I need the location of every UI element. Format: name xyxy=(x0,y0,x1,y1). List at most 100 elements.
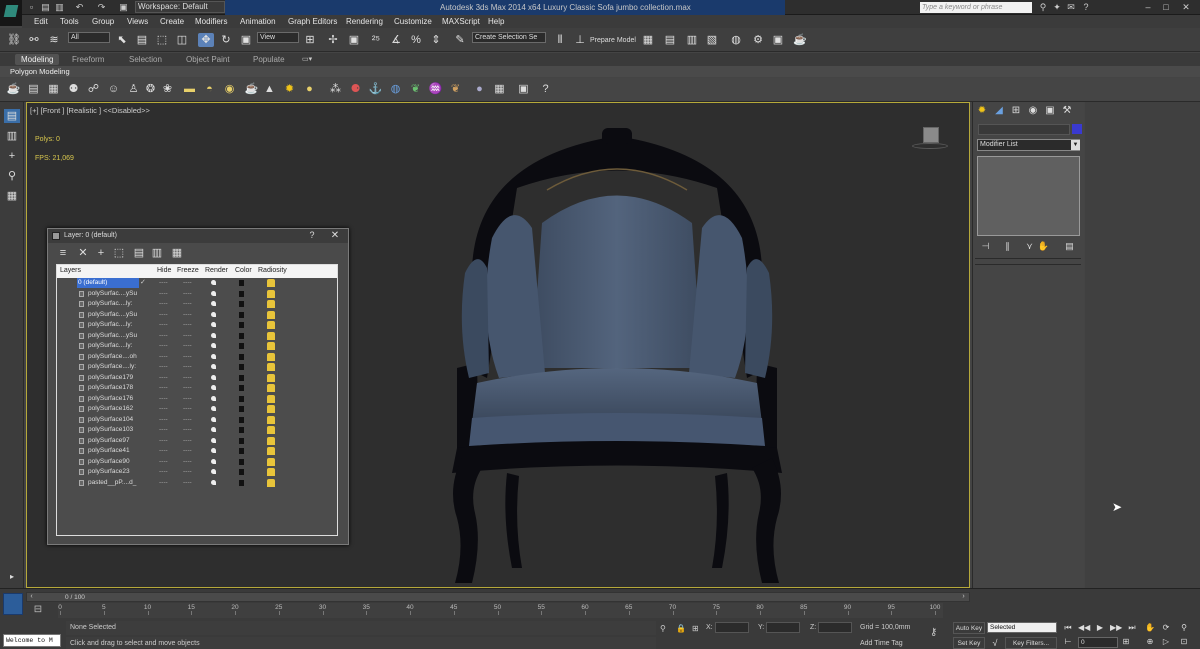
viewport-label[interactable]: [+] [Front ] [Realistic ] <<Disabled>> xyxy=(30,106,150,115)
layer-name[interactable]: polySurface178 xyxy=(87,383,139,393)
open-file-icon[interactable]: ▤ xyxy=(40,2,51,13)
hide-toggle[interactable]: ---- xyxy=(159,404,168,414)
tab-object-paint[interactable]: Object Paint xyxy=(180,54,236,65)
redo-icon[interactable]: ↷ xyxy=(96,2,107,13)
layer-row-default[interactable]: 0 (default) ✓ ---- ---- xyxy=(57,278,289,289)
communication-icon[interactable]: ✉ xyxy=(1065,1,1077,13)
motion-tab-icon[interactable]: ◉ xyxy=(1026,104,1040,118)
layer-row[interactable]: pasted__pP....d_ ---- ---- xyxy=(57,478,289,489)
hide-toggle[interactable]: ---- xyxy=(159,478,168,488)
slider-next-icon[interactable]: › xyxy=(959,593,968,601)
z-coordinate-input[interactable] xyxy=(818,622,852,633)
menu-views[interactable]: Views xyxy=(127,17,148,26)
hide-toggle[interactable]: ---- xyxy=(159,289,168,299)
object-color-swatch[interactable] xyxy=(1072,124,1082,134)
column-freeze[interactable]: Freeze xyxy=(177,267,199,274)
render-teapot-icon[interactable] xyxy=(211,458,216,464)
hierarchy-tab-icon[interactable]: ⊞ xyxy=(1009,104,1023,118)
freeze-toggle[interactable]: ---- xyxy=(183,373,192,383)
teapot-icon[interactable]: ☕ xyxy=(6,82,21,97)
layer-name[interactable]: polySurface23 xyxy=(87,467,139,477)
track-bar[interactable]: 0 5 10 15 20 25 30 35 40 45 50 55 60 65 70 75 80 85 90 95 10… xyxy=(58,603,943,618)
layer-name[interactable]: polySurface....oh xyxy=(87,352,139,362)
layer-name[interactable]: polySurface176 xyxy=(87,394,139,404)
rendered-frame-icon[interactable]: ▣ xyxy=(770,33,786,47)
hide-toggle[interactable]: ---- xyxy=(159,383,168,393)
hide-toggle[interactable]: ---- xyxy=(159,436,168,446)
curve-editor-icon[interactable]: ▧ xyxy=(704,33,720,47)
layer-row[interactable]: polySurfac....ly: ---- ---- xyxy=(57,341,289,352)
show-end-result-icon[interactable]: ∥ xyxy=(1001,240,1014,252)
hide-toggle[interactable]: ---- xyxy=(159,320,168,330)
hide-toggle[interactable]: ---- xyxy=(159,394,168,404)
column-layers[interactable]: Layers xyxy=(60,267,81,274)
new-layer-icon[interactable]: ≡ xyxy=(56,246,70,260)
layer-color-swatch[interactable] xyxy=(239,322,244,328)
bone-icon[interactable]: ☍ xyxy=(86,82,101,97)
current-layer-check-icon[interactable]: ✓ xyxy=(140,278,146,286)
render-teapot-icon[interactable] xyxy=(211,437,216,443)
rectangular-selection-icon[interactable]: ⬚ xyxy=(154,33,170,47)
key-selection-dropdown[interactable]: Selected xyxy=(987,622,1057,633)
help-icon[interactable]: ? xyxy=(1080,1,1092,13)
layer-icon[interactable]: ▦ xyxy=(46,82,61,97)
snaps-toggle-icon[interactable]: ²⁵ xyxy=(368,33,384,47)
layer-row[interactable]: polySurface162 ---- ---- xyxy=(57,404,289,415)
time-config-icon[interactable]: ⊞ xyxy=(1120,636,1132,648)
layer-name[interactable]: polySurfac....ly: xyxy=(87,299,139,309)
freeze-toggle[interactable]: ---- xyxy=(183,362,192,372)
radiosity-icon[interactable] xyxy=(267,426,275,434)
layer-name[interactable]: polySurface97 xyxy=(87,436,139,446)
render-teapot-icon[interactable] xyxy=(211,427,216,432)
box-icon[interactable]: ▬ xyxy=(182,82,197,97)
add-icon[interactable]: + xyxy=(4,149,20,163)
keyboard-shortcut-override-icon[interactable]: ▣ xyxy=(346,33,362,47)
scene-explorer-icon[interactable]: ▤ xyxy=(26,82,41,97)
modifier-list-dropdown[interactable]: Modifier List ▼ xyxy=(977,139,1080,151)
layer-row[interactable]: polySurfac....ly: ---- ---- xyxy=(57,320,289,331)
render-teapot-icon[interactable] xyxy=(211,353,216,359)
layer-name[interactable]: 0 (default) xyxy=(77,278,139,288)
radiosity-icon[interactable] xyxy=(267,321,275,329)
search-binoculars-icon[interactable]: ⚲ xyxy=(1037,1,1049,13)
layer-name[interactable]: polySurfac....ySu xyxy=(87,331,139,341)
render-teapot-icon[interactable] xyxy=(211,385,216,390)
add-to-layer-icon[interactable]: + xyxy=(94,246,108,260)
layer-color-swatch[interactable] xyxy=(239,385,244,391)
select-manipulate-icon[interactable]: ✢ xyxy=(325,33,341,47)
layer-name[interactable]: polySurface90 xyxy=(87,457,139,467)
time-slider-handle[interactable]: 0 / 100 xyxy=(63,593,87,603)
layer-row[interactable]: polySurface90 ---- ---- xyxy=(57,457,289,468)
key-mode-toggle-icon[interactable]: ⊢ xyxy=(1062,636,1074,648)
render-teapot-icon[interactable] xyxy=(211,374,216,380)
column-radiosity[interactable]: Radiosity xyxy=(258,267,287,274)
radiosity-icon[interactable] xyxy=(267,300,275,308)
freeze-toggle[interactable]: ---- xyxy=(183,467,192,477)
maximize-viewport-icon[interactable]: ⊡ xyxy=(1178,636,1190,648)
project-folder-icon[interactable]: ▣ xyxy=(118,2,129,13)
freeze-toggle[interactable]: ---- xyxy=(183,457,192,467)
expand-arrow-icon[interactable]: ▸ xyxy=(4,570,20,584)
modifier-stack[interactable] xyxy=(977,156,1080,236)
freeze-toggle[interactable]: ---- xyxy=(183,404,192,414)
select-object-icon[interactable]: ⬉ xyxy=(114,33,130,47)
search-input[interactable]: Type a keyword or phrase xyxy=(920,2,1032,13)
layer-name[interactable]: polySurfac....ySu xyxy=(87,310,139,320)
menu-group[interactable]: Group xyxy=(92,17,114,26)
tab-selection[interactable]: Selection xyxy=(123,54,168,65)
pivot-center-icon[interactable]: ⊞ xyxy=(302,33,318,47)
named-selection-dropdown[interactable]: Create Selection Se xyxy=(472,32,546,43)
layer-row[interactable]: polySurfac....ySu ---- ---- xyxy=(57,310,289,321)
layer-color-swatch[interactable] xyxy=(239,427,244,433)
mirror-icon[interactable]: ⫴ xyxy=(552,33,568,47)
play-icon[interactable]: ▶ xyxy=(1094,622,1106,634)
layer-row[interactable]: polySurfac....ly: ---- ---- xyxy=(57,299,289,310)
scene-explorer-toggle-icon[interactable]: ▤ xyxy=(4,109,20,123)
radiosity-icon[interactable] xyxy=(267,352,275,361)
radiosity-icon[interactable] xyxy=(267,310,275,319)
minimize-icon[interactable]: – xyxy=(1142,1,1154,13)
layer-color-swatch[interactable] xyxy=(239,479,244,486)
radiosity-icon[interactable] xyxy=(267,436,275,445)
filter-icon[interactable]: ▦ xyxy=(4,189,20,203)
layer-color-swatch[interactable] xyxy=(239,343,244,349)
